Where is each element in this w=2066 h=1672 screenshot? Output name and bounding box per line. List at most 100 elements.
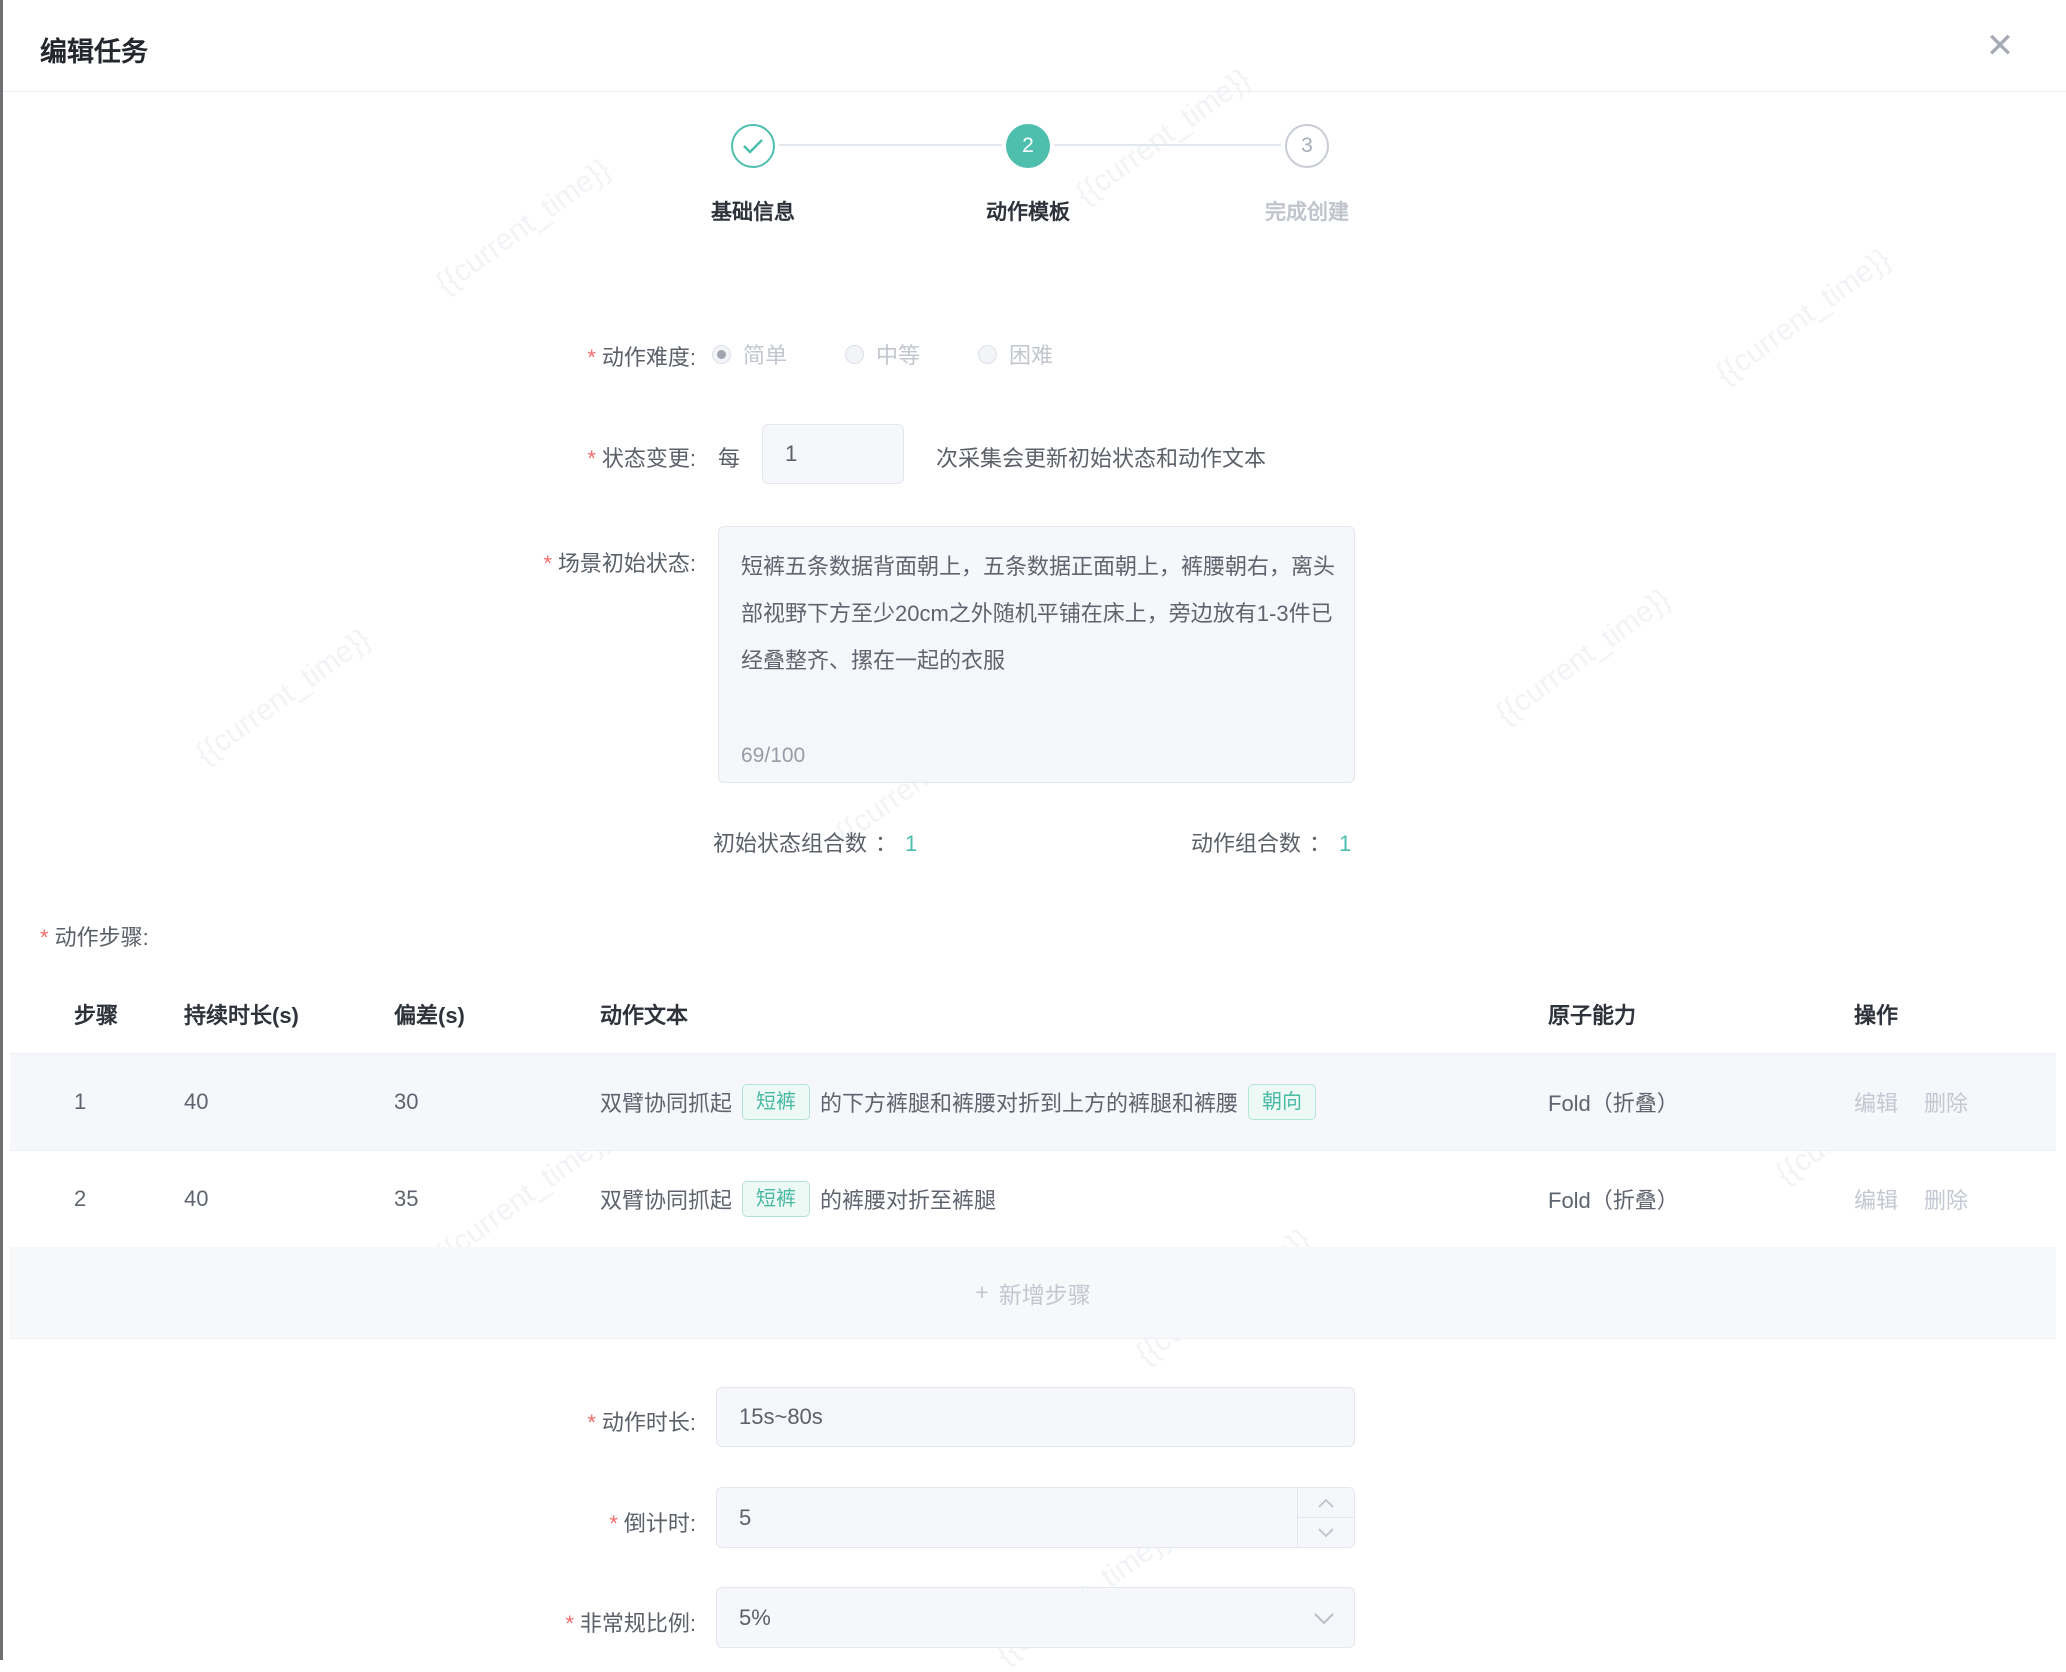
state-change-label: *状态变更: <box>587 441 696 473</box>
step-2-indicator: 2 <box>1006 124 1050 168</box>
chevron-down-icon <box>1318 1528 1334 1538</box>
action-duration-value: 15s~80s <box>739 1404 823 1430</box>
unusual-ratio-select[interactable]: 5% <box>716 1587 1355 1648</box>
combo-separator: ： <box>1309 831 1331 856</box>
char-counter: 69/100 <box>741 744 805 768</box>
watermark-text: {{current_time}} <box>1490 582 1677 731</box>
action-combo-count: 动作组合数 ： 1 <box>1191 826 1351 858</box>
state-change-value: 1 <box>785 441 797 467</box>
step-3-indicator: 3 <box>1285 124 1329 168</box>
countdown-label: *倒计时: <box>609 1506 696 1538</box>
step-2-label: 动作模板 <box>918 196 1138 226</box>
initial-state-label: *场景初始状态: <box>543 546 696 578</box>
required-mark: * <box>40 925 49 950</box>
edit-link[interactable]: 编辑 <box>1854 1086 1898 1118</box>
initial-state-text: 短裤五条数据背面朝上，五条数据正面朝上，裤腰朝右，离头部视野下方至少20cm之外… <box>741 543 1336 684</box>
orientation-tag: 朝向 <box>1248 1084 1316 1120</box>
unusual-ratio-label: *非常规比例: <box>565 1606 696 1638</box>
difficulty-radio-group: 简单 中等 困难 <box>712 338 1053 370</box>
required-mark: * <box>587 446 596 471</box>
col-header-duration: 持续时长(s) <box>184 998 394 1030</box>
edit-link[interactable]: 编辑 <box>1854 1183 1898 1215</box>
action-duration-label: *动作时长: <box>587 1405 696 1437</box>
dialog-title: 编辑任务 <box>40 30 148 69</box>
cell-deviation: 30 <box>394 1089 600 1115</box>
cell-action-text: 双臂协同抓起 短裤 的下方裤腿和裤腰对折到上方的裤腿和裤腰 朝向 <box>600 1084 1548 1120</box>
chevron-down-icon <box>1314 1613 1334 1625</box>
close-icon[interactable]: ✕ <box>1976 22 2024 70</box>
step-1-label: 基础信息 <box>643 196 863 226</box>
action-text-segment: 双臂协同抓起 <box>600 1183 732 1215</box>
add-step-button[interactable]: + 新增步骤 <box>10 1247 2056 1339</box>
delete-link[interactable]: 删除 <box>1924 1086 1968 1118</box>
col-header-step: 步骤 <box>74 998 184 1030</box>
step-3-label: 完成创建 <box>1197 196 1417 226</box>
initial-combo-label: 初始状态组合数 <box>713 831 867 856</box>
cell-step: 2 <box>74 1186 184 1212</box>
required-mark: * <box>587 345 596 370</box>
combo-separator: ： <box>875 831 897 856</box>
action-duration-input[interactable]: 15s~80s <box>716 1387 1355 1447</box>
radio-circle-icon <box>845 345 864 364</box>
table-row: 2 40 35 双臂协同抓起 短裤 的裤腰对折至裤腿 Fold（折叠） 编辑 删… <box>10 1150 2056 1247</box>
state-change-prefix: 每 <box>718 441 740 473</box>
state-change-input[interactable]: 1 <box>762 424 904 484</box>
table-row: 1 40 30 双臂协同抓起 短裤 的下方裤腿和裤腰对折到上方的裤腿和裤腰 朝向… <box>10 1053 2056 1150</box>
radio-circle-icon <box>978 345 997 364</box>
cell-operations: 编辑 删除 <box>1854 1183 2056 1215</box>
initial-combo-count: 初始状态组合数 ： 1 <box>713 826 917 858</box>
watermark-text: {{current_time}} <box>190 622 377 771</box>
cell-ability: Fold（折叠） <box>1548 1086 1854 1118</box>
state-change-suffix: 次采集会更新初始状态和动作文本 <box>936 441 1266 473</box>
step-2-number: 2 <box>1022 134 1034 158</box>
step-1-indicator <box>731 124 775 168</box>
cell-duration: 40 <box>184 1089 394 1115</box>
delete-link[interactable]: 删除 <box>1924 1183 1968 1215</box>
check-icon <box>742 137 764 155</box>
cell-duration: 40 <box>184 1186 394 1212</box>
initial-state-textarea[interactable]: 短裤五条数据背面朝上，五条数据正面朝上，裤腰朝右，离头部视野下方至少20cm之外… <box>718 526 1355 783</box>
cell-operations: 编辑 删除 <box>1854 1086 2056 1118</box>
cell-action-text: 双臂协同抓起 短裤 的裤腰对折至裤腿 <box>600 1181 1548 1217</box>
initial-combo-value: 1 <box>905 831 917 856</box>
col-header-ability: 原子能力 <box>1548 998 1854 1030</box>
required-mark: * <box>565 1611 574 1636</box>
col-header-deviation: 偏差(s) <box>394 998 600 1030</box>
radio-circle-checked-icon <box>712 345 731 364</box>
radio-label: 中等 <box>876 338 920 370</box>
cell-step: 1 <box>74 1089 184 1115</box>
chevron-up-icon <box>1318 1498 1334 1508</box>
number-spinner <box>1297 1488 1354 1547</box>
action-steps-table: 步骤 持续时长(s) 偏差(s) 动作文本 原子能力 操作 1 40 30 双臂… <box>10 975 2056 1339</box>
action-combo-label: 动作组合数 <box>1191 831 1301 856</box>
action-combo-value: 1 <box>1339 831 1351 856</box>
radio-option-medium[interactable]: 中等 <box>845 338 920 370</box>
cell-deviation: 35 <box>394 1186 600 1212</box>
add-step-label: 新增步骤 <box>999 1276 1091 1310</box>
col-header-operations: 操作 <box>1854 998 2056 1030</box>
object-tag: 短裤 <box>742 1084 810 1120</box>
action-steps-label: *动作步骤: <box>40 920 149 952</box>
plus-icon: + <box>975 1279 988 1306</box>
col-header-action-text: 动作文本 <box>600 998 1548 1030</box>
increase-button[interactable] <box>1298 1488 1354 1517</box>
dialog-header: 编辑任务 ✕ <box>0 0 2066 92</box>
watermark-text: {{current_time}} <box>430 152 617 301</box>
radio-option-hard[interactable]: 困难 <box>978 338 1053 370</box>
watermark-text: {{current_time}} <box>1710 242 1897 391</box>
action-text-segment: 双臂协同抓起 <box>600 1086 732 1118</box>
required-mark: * <box>609 1511 618 1536</box>
unusual-ratio-value: 5% <box>739 1605 771 1631</box>
table-header-row: 步骤 持续时长(s) 偏差(s) 动作文本 原子能力 操作 <box>10 975 2056 1053</box>
step-connector <box>1054 144 1281 146</box>
radio-option-easy[interactable]: 简单 <box>712 338 787 370</box>
action-text-segment: 的下方裤腿和裤腰对折到上方的裤腿和裤腰 <box>820 1086 1238 1118</box>
countdown-input[interactable]: 5 <box>716 1487 1355 1548</box>
select-chevron <box>1314 1605 1334 1631</box>
difficulty-label: *动作难度: <box>587 340 696 372</box>
object-tag: 短裤 <box>742 1181 810 1217</box>
step-connector <box>779 144 1002 146</box>
decrease-button[interactable] <box>1298 1517 1354 1547</box>
step-3-number: 3 <box>1301 134 1313 158</box>
required-mark: * <box>587 1410 596 1435</box>
